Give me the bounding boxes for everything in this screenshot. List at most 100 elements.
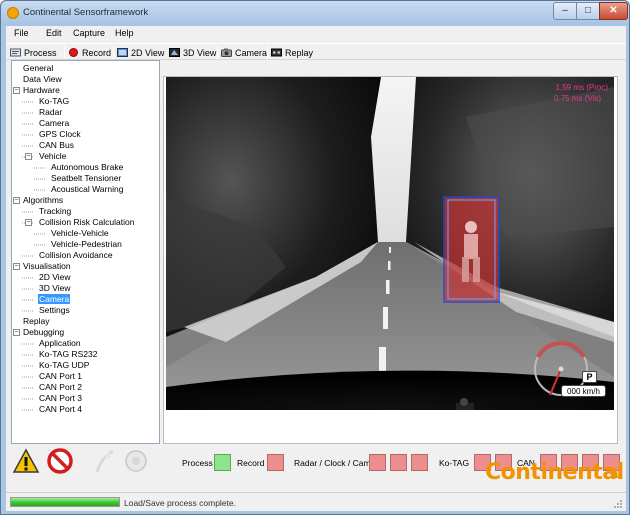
record-icon	[69, 48, 78, 57]
tree-item[interactable]: Settings	[38, 305, 71, 316]
tree-item-label: Radar	[39, 107, 63, 117]
tree-collapse-toggle[interactable]: −	[13, 329, 20, 336]
close-button[interactable]: ✕	[599, 2, 628, 20]
tree-item-label: Seatbelt Tensioner	[51, 173, 122, 183]
menu-edit[interactable]: Edit	[46, 28, 62, 38]
process-button[interactable]: Process	[10, 45, 57, 60]
minimize-button[interactable]: –	[553, 2, 577, 20]
menu-capture[interactable]: Capture	[73, 28, 105, 38]
camera-image	[166, 77, 614, 410]
maximize-button[interactable]: □	[576, 2, 600, 20]
tree-collapse-toggle[interactable]: −	[25, 153, 32, 160]
toolbar-separator	[113, 46, 114, 59]
tree-item[interactable]: CAN Port 3	[38, 393, 83, 404]
app-window: Continental Sensorframework – □ ✕ File E…	[0, 0, 630, 515]
tree-item[interactable]: Camera	[38, 118, 70, 129]
tree-item-label: CAN Port 3	[39, 393, 82, 403]
app-icon	[7, 7, 19, 19]
menu-file[interactable]: File	[14, 28, 29, 38]
camera-label: Camera	[235, 47, 268, 58]
tree-item[interactable]: Debugging	[22, 327, 65, 338]
tree-collapse-toggle[interactable]: −	[25, 219, 32, 226]
tree-item-label: Settings	[39, 305, 70, 315]
tree-item-label: Visualisation	[23, 261, 71, 271]
tree-item[interactable]: Algorithms	[22, 195, 64, 206]
tree-item[interactable]: Ko-TAG RS232	[38, 349, 98, 360]
toolbar-separator	[64, 46, 65, 59]
tree-item-label: Ko-TAG UDP	[39, 360, 90, 370]
tree-item[interactable]: GPS Clock	[38, 129, 82, 140]
status-message: Load/Save process complete.	[124, 498, 236, 508]
no-entry-icon	[47, 448, 73, 474]
tree-item-label: General	[23, 63, 54, 73]
tree-item-label: Collision Risk Calculation	[39, 217, 135, 227]
tree-item-label: Algorithms	[23, 195, 64, 205]
menu-bar: File Edit Capture Help	[6, 26, 626, 43]
replay-button[interactable]: Replay	[271, 45, 313, 60]
tree-item[interactable]: Ko-TAG	[38, 96, 70, 107]
toolbar-separator	[217, 46, 218, 59]
radar-indicator-label: Radar / Clock / Cam	[294, 458, 371, 468]
tree-item[interactable]: Camera	[38, 294, 71, 305]
continental-logo: Continental	[485, 460, 624, 485]
tree-item[interactable]: Seatbelt Tensioner	[50, 173, 122, 184]
tree-item[interactable]: 3D View	[38, 283, 72, 294]
tree-item-label: 2D View	[39, 272, 71, 282]
tree-item[interactable]: Collision Avoidance	[38, 250, 114, 261]
toolbar-separator	[267, 46, 268, 59]
camera-viewport[interactable]: 1.59 ms (Proc) 0.75 ms (Vis) P 000 km/h	[166, 77, 614, 410]
tree-item[interactable]: Autonomous Brake	[50, 162, 124, 173]
tree-collapse-toggle[interactable]: −	[13, 263, 20, 270]
kotag-indicator-label: Ko-TAG	[439, 458, 470, 468]
tree-item[interactable]: CAN Port 1	[38, 371, 83, 382]
tree-item[interactable]: Ko-TAG UDP	[38, 360, 90, 371]
tree-item-label: Autonomous Brake	[51, 162, 124, 172]
toolbar: Process Record 2D View 3D View Camera Re…	[6, 43, 626, 60]
3d-view-icon	[169, 48, 180, 57]
tree-item[interactable]: 2D View	[38, 272, 72, 283]
tree-item[interactable]: Data View	[22, 74, 63, 85]
tree-item-label: Debugging	[23, 327, 65, 337]
camera-button[interactable]: Camera	[221, 45, 267, 60]
tree-item[interactable]: Radar	[38, 107, 63, 118]
tree-item[interactable]: Visualisation	[22, 261, 72, 272]
resize-grip-icon[interactable]	[613, 499, 623, 509]
window-title: Continental Sensorframework	[23, 7, 149, 18]
tree-item[interactable]: CAN Port 4	[38, 404, 83, 415]
clock-indicator	[390, 454, 407, 471]
replay-label: Replay	[285, 47, 314, 58]
speed-indicator: 000 km/h	[561, 385, 606, 397]
tree-item[interactable]: Tracking	[38, 206, 72, 217]
3d-view-button[interactable]: 3D View	[169, 45, 216, 60]
menu-help[interactable]: Help	[115, 28, 134, 38]
tree-item[interactable]: CAN Bus	[38, 140, 75, 151]
tree-item[interactable]: Hardware	[22, 85, 61, 96]
tree-item[interactable]: Application	[38, 338, 82, 349]
2d-view-button[interactable]: 2D View	[117, 45, 164, 60]
progress-fill	[11, 498, 119, 506]
tree-item-label: 3D View	[39, 283, 71, 293]
radar-indicator	[369, 454, 386, 471]
record-button[interactable]: Record	[68, 45, 111, 60]
tree-item[interactable]: Vehicle-Vehicle	[50, 228, 110, 239]
tree-item-label: Collision Avoidance	[39, 250, 113, 260]
tree-item[interactable]: CAN Port 2	[38, 382, 83, 393]
tree-item[interactable]: Collision Risk Calculation	[38, 217, 135, 228]
tree-item[interactable]: General	[22, 63, 54, 74]
tree-item[interactable]: Replay	[22, 316, 50, 327]
process-icon	[10, 48, 21, 57]
replay-icon	[271, 48, 282, 57]
brake-disc-icon	[125, 450, 147, 472]
tree-collapse-toggle[interactable]: −	[13, 197, 20, 204]
tree-item[interactable]: Acoustical Warning	[50, 184, 124, 195]
tree-item[interactable]: Vehicle-Pedestrian	[50, 239, 123, 250]
tree-item-label: CAN Port 1	[39, 371, 82, 381]
record-indicator-label: Record	[237, 458, 265, 468]
visualisation-time-text: 0.75 ms (Vis)	[554, 94, 601, 103]
belt-icon	[95, 449, 114, 473]
tree-item[interactable]: Vehicle	[38, 151, 67, 162]
tree-collapse-toggle[interactable]: −	[13, 87, 20, 94]
gear-indicator: P	[582, 371, 597, 383]
navigation-tree[interactable]: General Data View Hardware − Ko-TAG Radar Came…	[11, 60, 160, 444]
tree-item-label: Camera	[38, 294, 71, 304]
